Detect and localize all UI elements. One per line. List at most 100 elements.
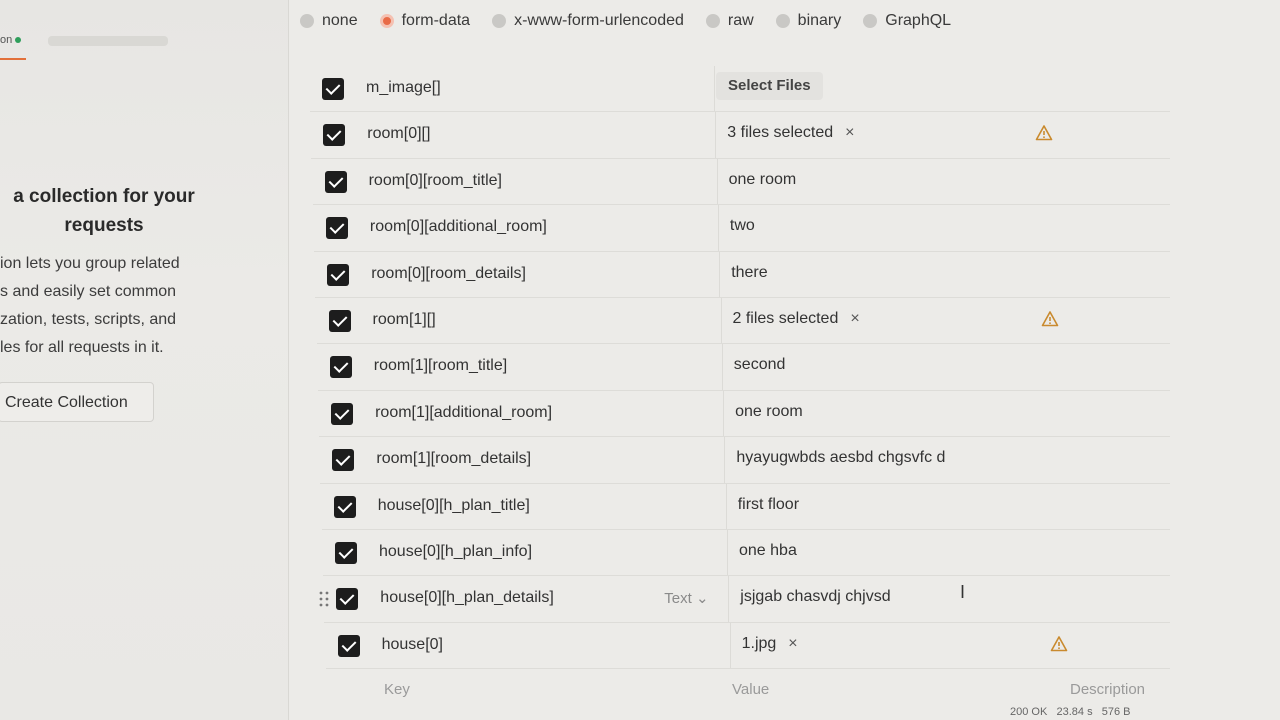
radio-circle-icon [300, 14, 314, 28]
create-collection-button[interactable]: Create Collection [0, 382, 154, 422]
key-input[interactable]: house[0] [382, 636, 443, 654]
drag-handle-icon[interactable] [318, 590, 330, 608]
value-input[interactable]: jsjgab chasvdj chjvsd [740, 588, 890, 606]
row-enabled-checkbox[interactable] [322, 78, 344, 100]
body-type-graphql[interactable]: GraphQL [863, 12, 951, 30]
key-input[interactable]: m_image[] [366, 79, 441, 97]
column-divider [729, 622, 731, 669]
key-input[interactable]: room[1][room_title] [374, 357, 507, 375]
key-input[interactable]: house[0][h_plan_info] [379, 543, 532, 561]
body-type-label: form-data [401, 12, 471, 29]
row-enabled-checkbox[interactable] [335, 541, 357, 564]
title-line-2: requests [64, 215, 144, 236]
column-divider [716, 158, 718, 205]
column-divider [725, 483, 727, 529]
table-row: house[0][h_plan_title] first floor [321, 483, 1170, 530]
radio-circle-icon [492, 14, 507, 28]
column-divider [723, 390, 725, 437]
status-time: 23.84 s [1056, 706, 1093, 718]
key-input[interactable]: room[0][room_details] [371, 265, 526, 283]
response-status: 200 OK 23.84 s 576 B [1010, 706, 1131, 718]
row-enabled-checkbox[interactable] [337, 634, 360, 657]
warning-icon[interactable] [1035, 124, 1053, 142]
value-text: two [729, 217, 755, 235]
remove-file-icon[interactable]: × [850, 310, 859, 327]
workspace-label[interactable]: on [0, 34, 22, 46]
value-text: jsjgab chasvdj chjvsd [740, 588, 891, 606]
value-text: one hba [739, 541, 797, 559]
value-input[interactable]: two [730, 217, 755, 235]
table-row: room[0][room_title] one room [312, 158, 1170, 206]
title-line-1: a collection for your [13, 186, 195, 207]
table-row: room[0][] 3 files selected × [311, 112, 1170, 159]
key-input[interactable]: room[1][room_details] [376, 450, 531, 468]
table-row: house[0][h_plan_details] Text ⌄ jsjgab cha… [319, 576, 1170, 623]
row-enabled-checkbox[interactable] [333, 495, 356, 518]
body-type-form-data[interactable]: form-data [379, 12, 471, 30]
desc-line: les for all requests in it. [0, 339, 164, 356]
value-input[interactable]: there [731, 264, 767, 282]
row-enabled-checkbox[interactable] [331, 402, 354, 425]
value-text: second [733, 356, 786, 374]
remove-file-icon[interactable]: × [788, 635, 797, 652]
value-input[interactable]: one room [735, 403, 803, 421]
key-input[interactable]: room[0][] [367, 125, 430, 143]
warning-icon[interactable] [1050, 635, 1068, 653]
value-text: 1.jpg [741, 634, 777, 652]
column-divider [721, 344, 723, 390]
column-divider [724, 437, 726, 483]
value-input[interactable]: one room [729, 171, 797, 189]
select-files-button[interactable]: Select Files [716, 72, 823, 100]
key-input[interactable]: room[0][additional_room] [370, 218, 547, 236]
value-text: one room [728, 170, 797, 188]
row-enabled-checkbox[interactable] [329, 356, 352, 379]
row-enabled-checkbox[interactable] [332, 449, 355, 472]
value-text: 3 files selected [727, 124, 834, 142]
column-divider [727, 529, 728, 576]
column-divider [719, 251, 721, 297]
value-text: one room [735, 402, 803, 420]
body-type-label: none [322, 12, 358, 29]
key-input[interactable]: room[1][] [373, 311, 436, 329]
row-enabled-checkbox[interactable] [323, 124, 346, 147]
remove-file-icon[interactable]: × [845, 124, 854, 141]
key-input[interactable]: house[0][h_plan_title] [378, 497, 530, 515]
warning-icon[interactable] [1041, 310, 1059, 328]
value-input[interactable]: 3 files selected × [727, 124, 854, 142]
value-input[interactable]: hyayugwbds aesbd chgsvfc d [736, 449, 945, 467]
radio-circle-icon [705, 14, 720, 28]
description-placeholder[interactable]: Description [1070, 681, 1145, 698]
value-input[interactable]: first floor [738, 496, 799, 514]
form-data-table: m_image[] Select Files room[0][] 3 files se… [310, 66, 1170, 713]
blurred-tab [48, 36, 168, 46]
table-row: room[1][] 2 files selected × [316, 297, 1170, 345]
row-enabled-checkbox[interactable] [328, 309, 351, 332]
value-text: 2 files selected [732, 309, 839, 327]
radio-circle-icon [863, 14, 878, 28]
value-input[interactable]: second [734, 356, 786, 374]
value-placeholder[interactable]: Value [732, 681, 769, 698]
text-cursor-icon: I [960, 582, 966, 602]
type-select-dropdown[interactable]: Text ⌄ [664, 589, 708, 607]
row-enabled-checkbox[interactable] [336, 588, 359, 611]
row-enabled-checkbox[interactable] [325, 217, 348, 240]
body-type-label: binary [797, 12, 842, 29]
key-input[interactable]: house[0][h_plan_details] [380, 589, 553, 607]
body-type-raw[interactable]: raw [705, 12, 754, 30]
table-row: house[0] 1.jpg × [325, 622, 1170, 670]
body-type-binary[interactable]: binary [775, 12, 842, 30]
table-row: room[0][room_details] there [315, 251, 1170, 298]
value-input[interactable]: 2 files selected × [733, 310, 860, 328]
table-row: room[1][additional_room] one room [319, 390, 1170, 438]
key-input[interactable]: room[1][additional_room] [375, 404, 552, 422]
body-type-selector: none form-data x-www-form-urlencoded raw bin… [300, 8, 973, 34]
key-input[interactable]: room[0][room_title] [369, 172, 502, 190]
body-type-x-www-form-urlencoded[interactable]: x-www-form-urlencoded [492, 12, 684, 30]
row-enabled-checkbox[interactable] [324, 170, 347, 193]
value-input[interactable]: 1.jpg × [742, 635, 798, 653]
key-placeholder[interactable]: Key [384, 681, 410, 698]
column-divider [715, 112, 717, 158]
row-enabled-checkbox[interactable] [327, 263, 350, 286]
body-type-none[interactable]: none [300, 12, 358, 30]
value-input[interactable]: one hba [739, 542, 797, 560]
